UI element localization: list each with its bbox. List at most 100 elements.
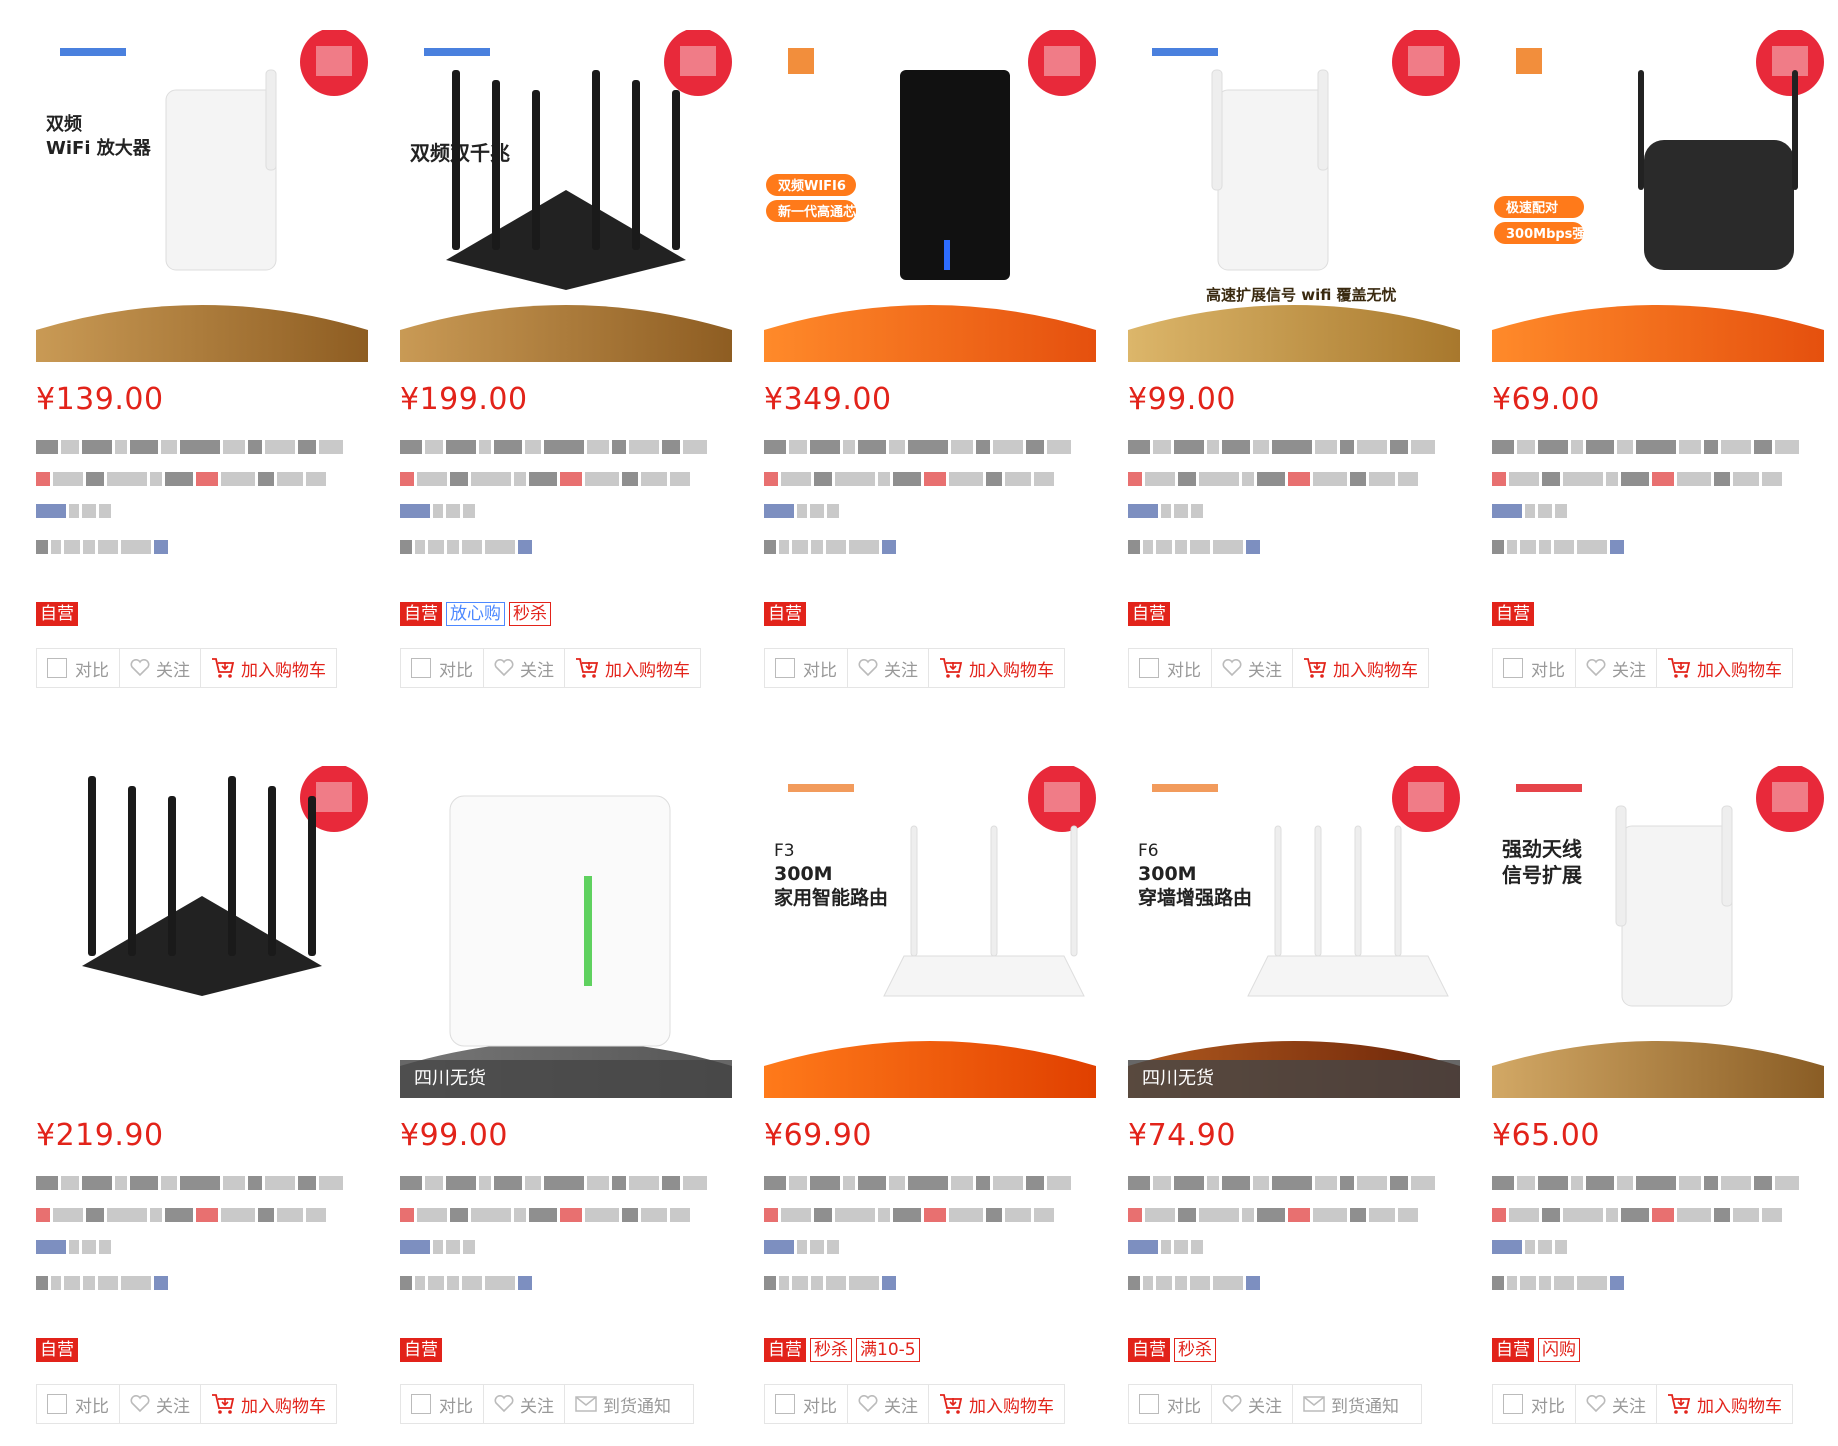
compare-checkbox[interactable] — [411, 658, 431, 678]
compare-button[interactable]: 对比 — [37, 649, 120, 687]
product-image[interactable] — [36, 766, 368, 1098]
add-to-cart-button[interactable]: 加入购物车 — [201, 1385, 336, 1423]
product-title-line[interactable] — [36, 1172, 346, 1190]
product-title-line[interactable] — [1492, 1236, 1570, 1254]
follow-label: 关注 — [156, 660, 190, 681]
add-to-cart-button[interactable]: 加入购物车 — [201, 649, 336, 687]
promo-tag: 自营 — [36, 602, 78, 626]
product-title-line[interactable] — [36, 468, 329, 486]
arrival-notify-button[interactable]: 到货通知 — [565, 1385, 693, 1423]
product-title-line[interactable] — [764, 500, 842, 518]
product-image[interactable]: 高速扩展信号 wifi 覆盖无忧 — [1128, 30, 1460, 362]
follow-button[interactable]: 关注 — [120, 649, 201, 687]
product-title-line[interactable] — [400, 436, 710, 454]
product-title-line[interactable] — [764, 1272, 899, 1290]
compare-button[interactable]: 对比 — [401, 649, 484, 687]
compare-checkbox[interactable] — [775, 658, 795, 678]
product-title-line[interactable] — [36, 500, 114, 518]
product-title-line[interactable] — [1492, 500, 1570, 518]
product-title-line[interactable] — [1128, 436, 1438, 454]
compare-button[interactable]: 对比 — [1493, 1385, 1576, 1423]
compare-checkbox[interactable] — [1503, 1394, 1523, 1414]
promo-tag: 满10-5 — [856, 1338, 920, 1362]
product-title-line[interactable] — [36, 1236, 114, 1254]
add-to-cart-button[interactable]: 加入购物车 — [929, 1385, 1064, 1423]
follow-button[interactable]: 关注 — [1212, 1385, 1293, 1423]
product-image[interactable]: F3 300M 家用智能路由 — [764, 766, 1096, 1098]
compare-button[interactable]: 对比 — [1129, 1385, 1212, 1423]
product-title-line[interactable] — [1492, 436, 1802, 454]
follow-button[interactable]: 关注 — [1576, 649, 1657, 687]
compare-button[interactable]: 对比 — [401, 1385, 484, 1423]
add-to-cart-button[interactable]: 加入购物车 — [565, 649, 700, 687]
product-title-line[interactable] — [400, 1236, 478, 1254]
product-title-line[interactable] — [764, 436, 1074, 454]
product-title-line[interactable] — [400, 536, 535, 554]
product-title-line[interactable] — [764, 468, 1057, 486]
follow-label: 关注 — [1612, 660, 1646, 681]
follow-button[interactable]: 关注 — [848, 1385, 929, 1423]
product-title-line[interactable] — [1492, 1204, 1785, 1222]
compare-checkbox[interactable] — [411, 1394, 431, 1414]
promo-tag: 自营 — [1492, 1338, 1534, 1362]
compare-label: 对比 — [439, 1396, 473, 1417]
product-title-line[interactable] — [400, 1204, 693, 1222]
product-title-line[interactable] — [1128, 1172, 1438, 1190]
add-to-cart-label: 加入购物车 — [969, 660, 1054, 681]
product-title-line[interactable] — [1492, 1272, 1627, 1290]
product-image[interactable]: 双频 WiFi 放大器 — [36, 30, 368, 362]
product-title-line[interactable] — [1492, 536, 1627, 554]
product-title-line[interactable] — [764, 1236, 842, 1254]
product-title-line[interactable] — [1492, 1172, 1802, 1190]
product-image[interactable]: 双频WIFI6 新一代高通芯片 — [764, 30, 1096, 362]
product-image[interactable]: 双频双千兆 — [400, 30, 732, 362]
product-title-line[interactable] — [1128, 500, 1206, 518]
compare-checkbox[interactable] — [1503, 658, 1523, 678]
product-title-line[interactable] — [36, 536, 171, 554]
product-image[interactable]: 四川无货 — [400, 766, 732, 1098]
product-title-line[interactable] — [400, 500, 478, 518]
product-title-line[interactable] — [764, 1204, 1057, 1222]
compare-checkbox[interactable] — [47, 658, 67, 678]
compare-button[interactable]: 对比 — [1129, 649, 1212, 687]
compare-button[interactable]: 对比 — [765, 649, 848, 687]
follow-button[interactable]: 关注 — [484, 649, 565, 687]
add-to-cart-button[interactable]: 加入购物车 — [1657, 649, 1792, 687]
compare-button[interactable]: 对比 — [1493, 649, 1576, 687]
product-title-line[interactable] — [1128, 1272, 1263, 1290]
product-title-line[interactable] — [1128, 468, 1421, 486]
follow-button[interactable]: 关注 — [848, 649, 929, 687]
compare-button[interactable]: 对比 — [765, 1385, 848, 1423]
add-to-cart-button[interactable]: 加入购物车 — [1657, 1385, 1792, 1423]
product-image[interactable]: 极速配对 300Mbps强电版 — [1492, 30, 1824, 362]
product-title-line[interactable] — [764, 1172, 1074, 1190]
add-to-cart-button[interactable]: 加入购物车 — [1293, 649, 1428, 687]
compare-checkbox[interactable] — [47, 1394, 67, 1414]
product-image[interactable]: 强劲天线 信号扩展 — [1492, 766, 1824, 1098]
follow-button[interactable]: 关注 — [484, 1385, 565, 1423]
product-title-line[interactable] — [36, 1204, 329, 1222]
product-title-line[interactable] — [36, 436, 346, 454]
arrival-notify-button[interactable]: 到货通知 — [1293, 1385, 1421, 1423]
compare-label: 对比 — [803, 660, 837, 681]
product-title-line[interactable] — [400, 1172, 710, 1190]
product-title-line[interactable] — [36, 1272, 171, 1290]
add-to-cart-button[interactable]: 加入购物车 — [929, 649, 1064, 687]
product-title-line[interactable] — [1128, 1236, 1206, 1254]
follow-button[interactable]: 关注 — [1212, 649, 1293, 687]
compare-checkbox[interactable] — [1139, 1394, 1159, 1414]
product-title-line[interactable] — [1128, 536, 1263, 554]
compare-checkbox[interactable] — [775, 1394, 795, 1414]
product-title-line[interactable] — [1492, 468, 1785, 486]
compare-button[interactable]: 对比 — [37, 1385, 120, 1423]
product-title-line[interactable] — [1128, 1204, 1421, 1222]
compare-checkbox[interactable] — [1139, 658, 1159, 678]
arrival-notify-label: 到货通知 — [1331, 1396, 1399, 1417]
product-title-line[interactable] — [400, 468, 693, 486]
promo-tag: 自营 — [764, 602, 806, 626]
product-image[interactable]: F6 300M 穿墙增强路由 四川无货 — [1128, 766, 1460, 1098]
product-title-line[interactable] — [400, 1272, 535, 1290]
follow-button[interactable]: 关注 — [120, 1385, 201, 1423]
follow-button[interactable]: 关注 — [1576, 1385, 1657, 1423]
product-title-line[interactable] — [764, 536, 899, 554]
